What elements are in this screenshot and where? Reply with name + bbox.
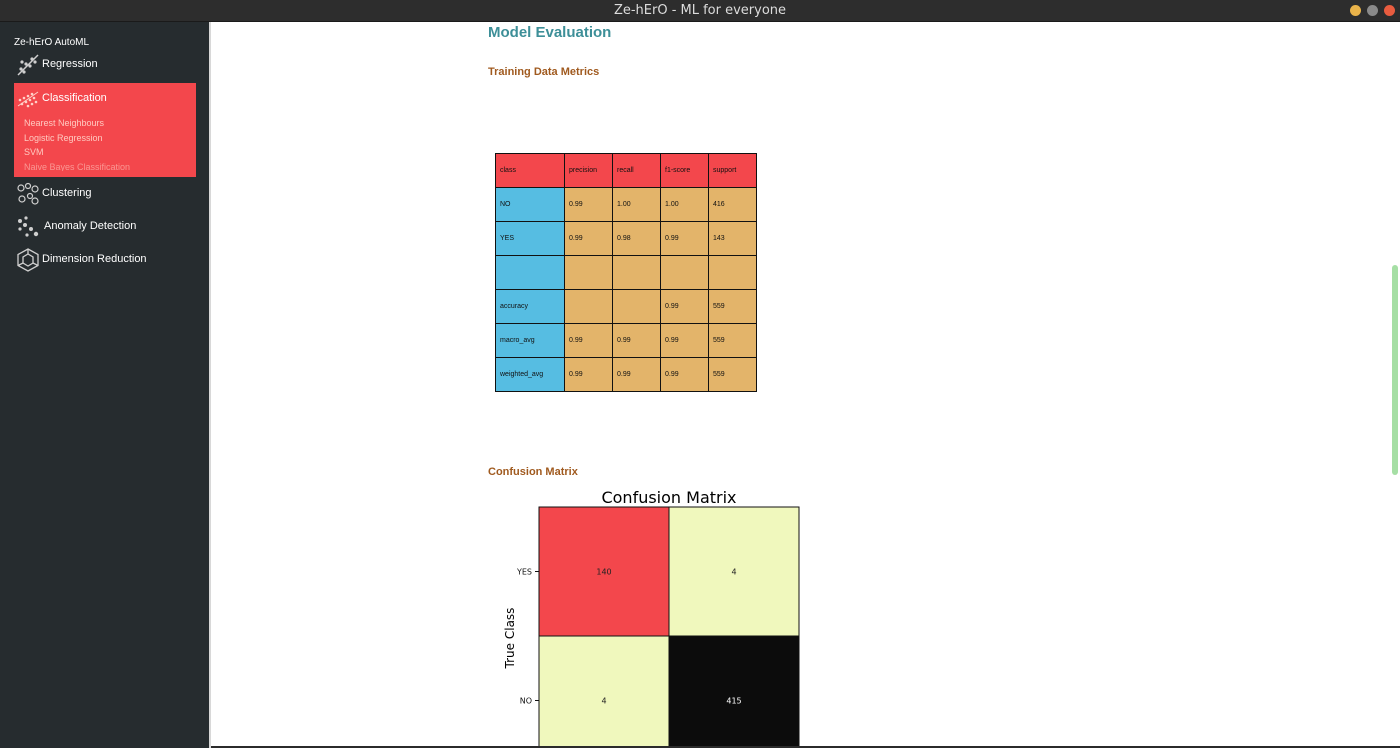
- table-cell: accuracy: [495, 289, 565, 324]
- table-cell: 143: [708, 221, 757, 256]
- y-tick-label: YES: [516, 568, 532, 577]
- cell-value-label: 4: [601, 697, 606, 706]
- table-cell: [495, 255, 565, 290]
- subitem-nearest-neighbours[interactable]: Nearest Neighbours: [24, 118, 104, 128]
- regression-scatter-icon: [17, 54, 39, 76]
- sidebar-item-label: Clustering: [42, 187, 92, 199]
- main-content: Model Evaluation Training Data Metrics c…: [211, 22, 1389, 746]
- sidebar: Ze-hErO AutoML Regression Classification…: [0, 22, 209, 748]
- vertical-scrollbar[interactable]: [1389, 22, 1400, 746]
- table-cell: [708, 255, 757, 290]
- confusion-matrix-heading: Confusion Matrix: [488, 466, 578, 478]
- table-cell: [660, 255, 709, 290]
- metrics-table: class precision recall f1-score support …: [495, 153, 757, 392]
- heatmap-cell: [538, 635, 670, 746]
- training-metrics-heading: Training Data Metrics: [488, 66, 600, 78]
- cell-value-label: 415: [726, 697, 741, 706]
- sidebar-item-dimension-reduction[interactable]: Dimension Reduction: [14, 245, 196, 275]
- minimize-button[interactable]: [1350, 5, 1361, 16]
- table-cell: 0.99: [612, 323, 661, 358]
- sidebar-item-regression[interactable]: Regression: [14, 50, 196, 80]
- table-cell: [564, 289, 613, 324]
- table-cell: weighted_avg: [495, 357, 565, 392]
- sidebar-item-label: Anomaly Detection: [44, 220, 137, 232]
- table-cell: 0.99: [660, 323, 709, 358]
- table-row: NO 0.99 1.00 1.00 416: [495, 187, 757, 222]
- table-cell: macro_avg: [495, 323, 565, 358]
- subitem-logistic-regression[interactable]: Logistic Regression: [24, 133, 103, 143]
- page-title: Model Evaluation: [488, 24, 612, 41]
- column-header: precision: [564, 153, 613, 188]
- confusion-matrix-chart: Confusion Matrix True Class 140 4 4 415 YES…: [503, 488, 800, 746]
- sidebar-item-anomaly-detection[interactable]: Anomaly Detection: [14, 212, 196, 242]
- chart-title: Confusion Matrix: [601, 488, 736, 507]
- y-ticks: YES NO: [516, 568, 539, 706]
- table-row: YES 0.99 0.98 0.99 143: [495, 221, 757, 256]
- maximize-button[interactable]: [1367, 5, 1378, 16]
- sidebar-item-label: Dimension Reduction: [42, 253, 147, 265]
- table-cell: 559: [708, 289, 757, 324]
- table-row: [495, 255, 757, 290]
- sidebar-item-label: Regression: [42, 58, 98, 70]
- table-cell: [612, 255, 661, 290]
- table-cell: 0.99: [564, 357, 613, 392]
- column-header: recall: [612, 153, 661, 188]
- table-cell: 0.99: [660, 357, 709, 392]
- close-button[interactable]: [1384, 5, 1395, 16]
- table-cell: NO: [495, 187, 565, 222]
- column-header: f1-score: [660, 153, 709, 188]
- table-cell: 1.00: [612, 187, 661, 222]
- sidebar-item-label: Classification: [42, 92, 107, 104]
- table-cell: 1.00: [660, 187, 709, 222]
- scrollbar-thumb[interactable]: [1392, 265, 1398, 475]
- cell-value-label: 4: [731, 568, 736, 577]
- table-cell: 0.99: [564, 221, 613, 256]
- window-title: Ze-hErO - ML for everyone: [613, 3, 787, 18]
- heatmap-cell: [668, 635, 800, 746]
- table-header-row: class precision recall f1-score support: [495, 153, 757, 188]
- table-cell: 416: [708, 187, 757, 222]
- table-cell: 559: [708, 323, 757, 358]
- subitem-naive-bayes[interactable]: Naive Bayes Classification: [24, 162, 130, 171]
- table-cell: 0.98: [612, 221, 661, 256]
- column-header: support: [708, 153, 757, 188]
- subitem-svm[interactable]: SVM: [24, 147, 44, 157]
- sidebar-item-classification[interactable]: Classification Nearest Neighbours Logist…: [14, 83, 196, 177]
- table-cell: 0.99: [612, 357, 661, 392]
- table-cell: [564, 255, 613, 290]
- table-row: accuracy 0.99 559: [495, 289, 757, 324]
- y-axis-label: True Class: [503, 608, 517, 670]
- table-cell: 0.99: [660, 289, 709, 324]
- heatmap-cells: 140 4 4 415: [538, 506, 800, 746]
- table-row: macro_avg 0.99 0.99 0.99 559: [495, 323, 757, 358]
- table-cell: [612, 289, 661, 324]
- table-cell: YES: [495, 221, 565, 256]
- dimension-cube-icon: [17, 248, 39, 272]
- cell-value-label: 140: [596, 568, 611, 577]
- window-titlebar: Ze-hErO - ML for everyone: [0, 0, 1400, 22]
- table-cell: 559: [708, 357, 757, 392]
- anomaly-dots-icon: [18, 216, 39, 237]
- classification-grid-icon: [17, 91, 39, 108]
- app-title: Ze-hErO AutoML: [14, 37, 90, 48]
- table-cell: 0.99: [660, 221, 709, 256]
- column-header: class: [495, 153, 565, 188]
- table-cell: 0.99: [564, 187, 613, 222]
- table-cell: 0.99: [564, 323, 613, 358]
- sidebar-item-clustering[interactable]: Clustering: [14, 179, 196, 209]
- y-tick-label: NO: [520, 697, 532, 706]
- table-row: weighted_avg 0.99 0.99 0.99 559: [495, 357, 757, 392]
- clustering-nodes-icon: [17, 182, 39, 205]
